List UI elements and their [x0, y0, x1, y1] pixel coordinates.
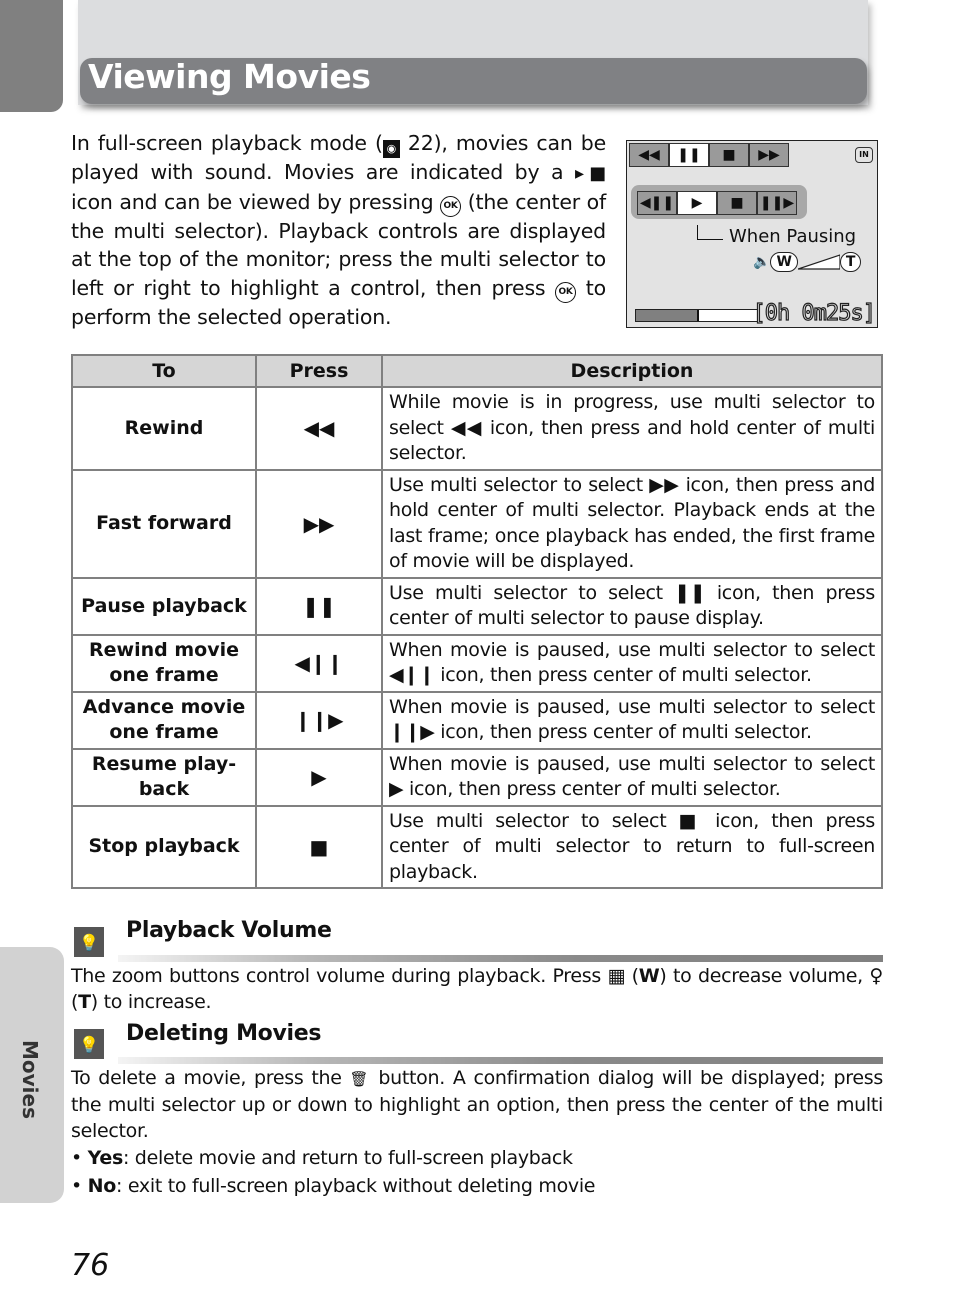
- action-description: When movie is paused, use multi selector…: [381, 690, 883, 750]
- action-description: While movie is in progress, use multi se…: [381, 386, 883, 471]
- control-icon: ◀❙❙: [255, 633, 383, 693]
- progress-fill: [636, 310, 699, 321]
- stop-control-icon: ■: [717, 191, 757, 215]
- pause-controls: ◀❚❚ ▶ ■ ❚❚▶: [637, 191, 797, 215]
- monitor-illustration: ◀◀ ❚❚ ■ ▶▶ IN ◀❚❚ ▶ ■ ❚❚▶ When Pausing 🔈…: [626, 140, 878, 328]
- column-header-description: Description: [381, 354, 883, 388]
- tip-lightbulb-icon: 💡: [74, 1029, 104, 1059]
- stop-control-icon: ■: [709, 143, 749, 167]
- column-header-to: To: [71, 354, 257, 388]
- movie-icon: ▸■: [575, 163, 606, 184]
- table-row: Stop playback ■ Use multi selector to se…: [71, 804, 883, 889]
- control-icon: ❚❚: [255, 576, 383, 636]
- table-row: Rewind movie one frame ◀❙❙ When movie is…: [71, 633, 883, 693]
- zoom-out-w-icon: ▦: [607, 965, 626, 987]
- delete-paragraph: To delete a movie, press the 🗑 button. A…: [71, 1065, 883, 1200]
- action-description: Use multi selector to select ▶▶ icon, th…: [381, 468, 883, 579]
- resume-control-icon: ▶: [677, 191, 717, 215]
- section-rule: [118, 1057, 883, 1064]
- section-rule: [118, 955, 883, 962]
- ok-button-icon: OK: [440, 196, 462, 218]
- section-title-volume: Playback Volume: [126, 918, 332, 943]
- volume-paragraph: The zoom buttons control volume during p…: [71, 965, 884, 1013]
- frame-advance-control-icon: ❚❚▶: [757, 191, 797, 215]
- action-name: Advance movie one frame: [71, 690, 257, 750]
- elapsed-time: [0h 0m25s]: [752, 300, 877, 326]
- control-icon: ▶▶: [255, 468, 383, 579]
- volume-w-badge: W: [770, 252, 798, 272]
- ok-button-icon: OK: [555, 281, 577, 303]
- table-row: Fast forward ▶▶ Use multi selector to se…: [71, 468, 883, 579]
- volume-t-badge: T: [839, 252, 862, 272]
- control-icon: ◀◀: [255, 386, 383, 471]
- intro-paragraph: In full-screen playback mode (◉ 22), mov…: [71, 131, 606, 329]
- action-description: When movie is paused, use multi selector…: [381, 633, 883, 693]
- volume-level-wedge: [797, 254, 840, 270]
- table-row: Pause playback ❚❚ Use multi selector to …: [71, 576, 883, 636]
- bullet-yes: • Yes: delete movie and return to full-s…: [71, 1147, 573, 1169]
- page-title: Viewing Movies: [88, 57, 371, 96]
- action-description: Use multi selector to select ❚❚ icon, th…: [381, 576, 883, 636]
- callout-leader-line: [697, 225, 723, 240]
- playback-operations-table: To Press Description Rewind ◀◀ While mov…: [71, 354, 883, 889]
- action-name: Stop playback: [71, 804, 257, 889]
- table-row: Rewind ◀◀ While movie is in progress, us…: [71, 386, 883, 471]
- page-number: 76: [71, 1248, 110, 1283]
- action-description: Use multi selector to select ■ icon, the…: [381, 804, 883, 889]
- column-header-press: Press: [255, 354, 383, 388]
- section-title-delete: Deleting Movies: [126, 1021, 322, 1046]
- control-icon: ❙❙▶: [255, 690, 383, 750]
- control-icon: ■: [255, 804, 383, 889]
- callout-label: When Pausing: [729, 226, 857, 247]
- action-name: Resume play-back: [71, 747, 257, 807]
- action-description: When movie is paused, use multi selector…: [381, 747, 883, 807]
- rewind-control-icon: ◀◀: [629, 143, 669, 167]
- bullet-no: • No: exit to full-screen playback witho…: [71, 1175, 596, 1197]
- internal-memory-icon: IN: [855, 147, 873, 163]
- table-row: Advance movie one frame ❙❙▶ When movie i…: [71, 690, 883, 750]
- volume-indicator: 🔈 W T: [753, 252, 862, 272]
- frame-back-control-icon: ◀❚❚: [637, 191, 677, 215]
- action-name: Fast forward: [71, 468, 257, 579]
- playback-mode-icon: ◉: [382, 140, 400, 158]
- control-icon: ▶: [255, 747, 383, 807]
- fast-forward-control-icon: ▶▶: [749, 143, 789, 167]
- action-name: Rewind: [71, 386, 257, 471]
- zoom-in-t-icon: ♀: [869, 965, 884, 987]
- playback-progress-bar: [635, 309, 759, 322]
- action-name: Pause playback: [71, 576, 257, 636]
- chapter-tab-label: Movies: [18, 1040, 42, 1120]
- speaker-icon: 🔈: [753, 254, 771, 270]
- table-header-row: To Press Description: [71, 354, 883, 388]
- chapter-tab-top: [0, 0, 63, 112]
- trash-icon: 🗑: [349, 1070, 371, 1088]
- tip-lightbulb-icon: 💡: [74, 927, 104, 957]
- playback-controls: ◀◀ ❚❚ ■ ▶▶: [629, 143, 789, 167]
- action-name: Rewind movie one frame: [71, 633, 257, 693]
- pause-control-icon: ❚❚: [669, 143, 709, 167]
- table-row: Resume play-back ▶ When movie is paused,…: [71, 747, 883, 807]
